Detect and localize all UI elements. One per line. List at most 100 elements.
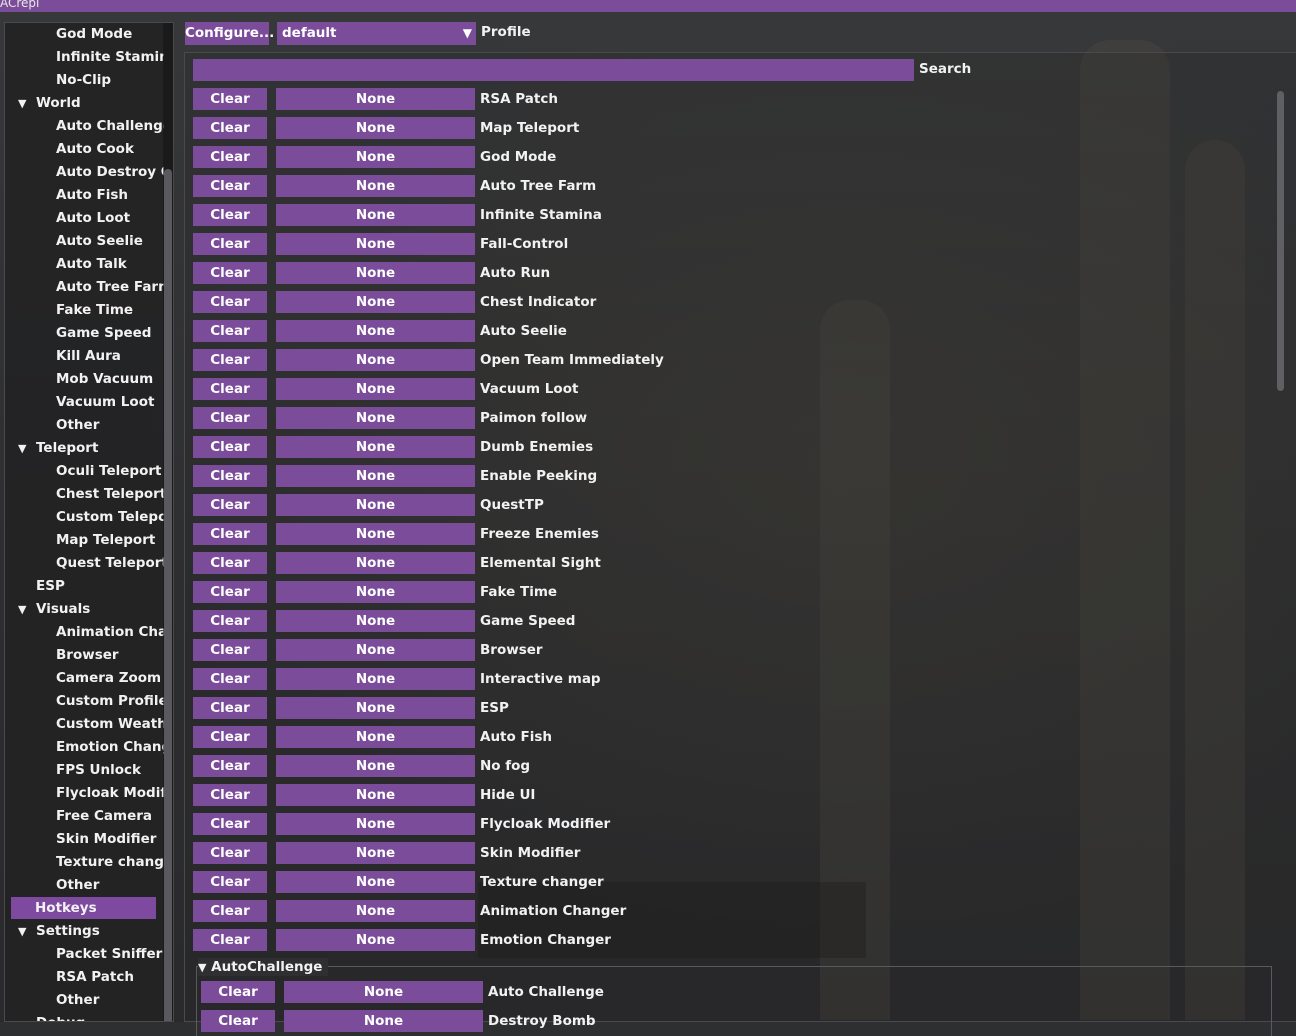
sidebar-item[interactable]: Browser xyxy=(56,644,164,666)
hotkey-binding-button[interactable]: None xyxy=(276,175,475,197)
configure-button[interactable]: Configure... xyxy=(185,22,274,45)
sidebar-item[interactable]: Free Camera xyxy=(56,805,164,827)
sidebar-item[interactable]: Other xyxy=(56,414,164,436)
clear-button[interactable]: Clear xyxy=(193,320,267,342)
hotkey-binding-button[interactable]: None xyxy=(276,436,475,458)
sidebar-item[interactable]: Other xyxy=(56,874,164,896)
sidebar-item[interactable]: Hotkeys xyxy=(11,897,156,919)
sidebar-item[interactable]: Debug xyxy=(18,1012,164,1021)
hotkey-binding-button[interactable]: None xyxy=(276,291,475,313)
hotkey-binding-button[interactable]: None xyxy=(276,668,475,690)
autochallenge-group-header[interactable]: ▼ AutoChallenge xyxy=(198,958,329,976)
sidebar-item[interactable]: Map Teleport xyxy=(56,529,164,551)
sidebar-item[interactable]: Fake Time xyxy=(56,299,164,321)
hotkey-binding-button[interactable]: None xyxy=(276,639,475,661)
clear-button[interactable]: Clear xyxy=(193,378,267,400)
sidebar-item[interactable]: No-Clip xyxy=(56,69,164,91)
clear-button[interactable]: Clear xyxy=(193,929,267,951)
hotkey-binding-button[interactable]: None xyxy=(276,900,475,922)
clear-button[interactable]: Clear xyxy=(193,465,267,487)
clear-button[interactable]: Clear xyxy=(193,291,267,313)
hotkey-binding-button[interactable]: None xyxy=(276,523,475,545)
hotkey-binding-button[interactable]: None xyxy=(276,726,475,748)
hotkey-binding-button[interactable]: None xyxy=(276,697,475,719)
hotkey-binding-button[interactable]: None xyxy=(276,262,475,284)
sidebar-item[interactable]: Infinite Stamina xyxy=(56,46,164,68)
clear-button[interactable]: Clear xyxy=(193,146,267,168)
clear-button[interactable]: Clear xyxy=(193,784,267,806)
sidebar-item[interactable]: Custom Profile xyxy=(56,690,164,712)
panel-scrollbar-thumb[interactable] xyxy=(1277,91,1284,391)
clear-button[interactable]: Clear xyxy=(193,436,267,458)
hotkey-binding-button[interactable]: None xyxy=(276,871,475,893)
sidebar-item[interactable]: Animation Chan xyxy=(56,621,164,643)
clear-button[interactable]: Clear xyxy=(193,697,267,719)
clear-button[interactable]: Clear xyxy=(193,233,267,255)
sidebar-item[interactable]: Auto Tree Farm xyxy=(56,276,164,298)
clear-button[interactable]: Clear xyxy=(193,494,267,516)
clear-button[interactable]: Clear xyxy=(193,871,267,893)
hotkey-binding-button[interactable]: None xyxy=(276,842,475,864)
sidebar-item[interactable]: Chest Teleport xyxy=(56,483,164,505)
clear-button[interactable]: Clear xyxy=(193,726,267,748)
profile-select[interactable]: default ▼ xyxy=(277,22,476,45)
clear-button[interactable]: Clear xyxy=(201,981,275,1003)
sidebar-item[interactable]: Auto Destroy Ob xyxy=(56,161,164,183)
triangle-down-icon[interactable]: ▼ xyxy=(18,599,36,620)
sidebar-item[interactable]: FPS Unlock xyxy=(56,759,164,781)
clear-button[interactable]: Clear xyxy=(193,813,267,835)
clear-button[interactable]: Clear xyxy=(193,842,267,864)
clear-button[interactable]: Clear xyxy=(193,523,267,545)
sidebar-item[interactable]: Auto Challenge xyxy=(56,115,164,137)
hotkey-binding-button[interactable]: None xyxy=(276,929,475,951)
hotkey-binding-button[interactable]: None xyxy=(276,233,475,255)
triangle-down-icon[interactable]: ▼ xyxy=(18,438,36,459)
hotkey-binding-button[interactable]: None xyxy=(276,407,475,429)
sidebar-item[interactable]: Auto Seelie xyxy=(56,230,164,252)
hotkey-binding-button[interactable]: None xyxy=(284,1010,483,1032)
hotkey-binding-button[interactable]: None xyxy=(276,204,475,226)
hotkey-binding-button[interactable]: None xyxy=(276,813,475,835)
clear-button[interactable]: Clear xyxy=(193,900,267,922)
search-input[interactable] xyxy=(193,59,914,81)
clear-button[interactable]: Clear xyxy=(193,668,267,690)
hotkey-binding-button[interactable]: None xyxy=(276,146,475,168)
sidebar-item[interactable]: Auto Cook xyxy=(56,138,164,160)
clear-button[interactable]: Clear xyxy=(193,581,267,603)
clear-button[interactable]: Clear xyxy=(193,407,267,429)
clear-button[interactable]: Clear xyxy=(193,552,267,574)
hotkey-binding-button[interactable]: None xyxy=(276,378,475,400)
sidebar-item[interactable]: Quest Teleport xyxy=(56,552,164,574)
clear-button[interactable]: Clear xyxy=(193,639,267,661)
sidebar-item[interactable]: Emotion Change xyxy=(56,736,164,758)
sidebar-item[interactable]: Flycloak Modifie xyxy=(56,782,164,804)
sidebar-item[interactable]: Skin Modifier xyxy=(56,828,164,850)
hotkey-binding-button[interactable]: None xyxy=(276,494,475,516)
hotkey-binding-button[interactable]: None xyxy=(276,320,475,342)
triangle-down-icon[interactable]: ▼ xyxy=(18,921,36,942)
sidebar-item[interactable]: Auto Talk xyxy=(56,253,164,275)
sidebar-item[interactable]: Auto Fish xyxy=(56,184,164,206)
hotkey-binding-button[interactable]: None xyxy=(276,755,475,777)
sidebar-item[interactable]: Other xyxy=(56,989,164,1011)
clear-button[interactable]: Clear xyxy=(193,204,267,226)
sidebar-item[interactable]: Auto Loot xyxy=(56,207,164,229)
sidebar-item[interactable]: Vacuum Loot xyxy=(56,391,164,413)
sidebar-scrollbar-thumb[interactable] xyxy=(164,169,172,1021)
sidebar-item[interactable]: ▼ Teleport xyxy=(18,437,164,459)
clear-button[interactable]: Clear xyxy=(193,175,267,197)
sidebar-item[interactable]: Packet Sniffer xyxy=(56,943,164,965)
clear-button[interactable]: Clear xyxy=(193,117,267,139)
sidebar-item[interactable]: Camera Zoom xyxy=(56,667,164,689)
sidebar-item[interactable]: ▼ Settings xyxy=(18,920,164,942)
hotkey-binding-button[interactable]: None xyxy=(276,117,475,139)
sidebar-scrollbar[interactable] xyxy=(163,23,173,1021)
triangle-down-icon[interactable]: ▼ xyxy=(18,93,36,114)
sidebar-item[interactable]: Texture change xyxy=(56,851,164,873)
clear-button[interactable]: Clear xyxy=(193,88,267,110)
title-bar[interactable]: ACrepi xyxy=(0,0,1296,12)
sidebar-item[interactable]: Oculi Teleport xyxy=(56,460,164,482)
sidebar-item[interactable]: Mob Vacuum xyxy=(56,368,164,390)
sidebar-item[interactable]: Kill Aura xyxy=(56,345,164,367)
clear-button[interactable]: Clear xyxy=(193,755,267,777)
